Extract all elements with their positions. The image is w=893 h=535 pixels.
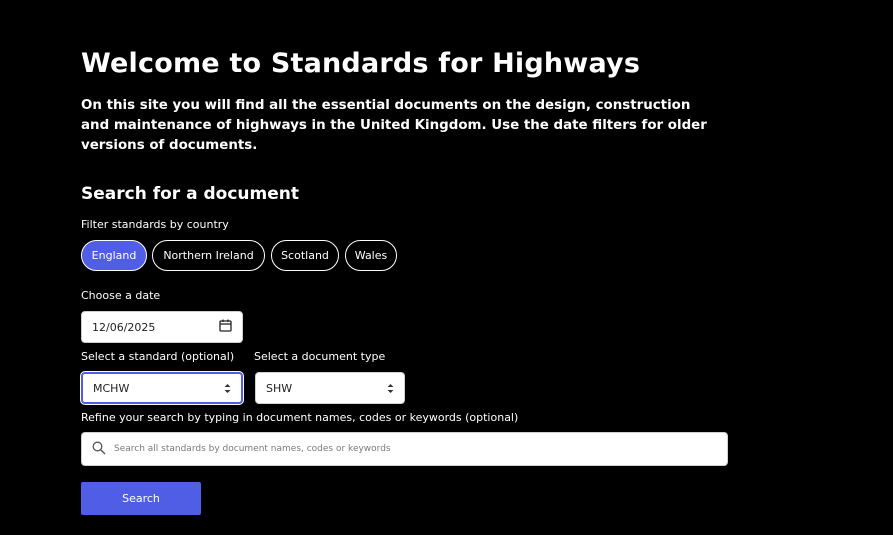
standard-select-label: Select a standard (optional) [81, 350, 235, 363]
country-pill-northern-ireland[interactable]: Northern Ireland [152, 240, 265, 271]
updown-chevron-icon [224, 383, 231, 394]
search-input[interactable]: Search all standards by document names, … [81, 432, 728, 466]
document-type-value: SHW [266, 381, 293, 395]
calendar-icon[interactable] [219, 319, 232, 335]
country-pill-england[interactable]: England [81, 240, 147, 271]
standard-select[interactable]: MCHW [81, 372, 243, 404]
intro-text: On this site you will find all the essen… [81, 98, 707, 153]
updown-chevron-icon [387, 383, 394, 394]
search-icon [92, 441, 106, 458]
standard-select-value: MCHW [93, 381, 130, 395]
search-section-title: Search for a document [81, 184, 299, 204]
page: Welcome to Standards for Highways On thi… [0, 0, 893, 535]
document-type-select[interactable]: SHW [255, 372, 405, 404]
search-placeholder: Search all standards by document names, … [114, 444, 391, 454]
country-pill-wales[interactable]: Wales [345, 240, 397, 271]
document-type-label: Select a document type [254, 350, 386, 363]
search-button[interactable]: Search [81, 482, 201, 515]
date-value: 12/06/2025 [92, 320, 156, 334]
refine-search-label: Refine your search by typing in document… [81, 411, 519, 424]
date-input[interactable]: 12/06/2025 [81, 311, 243, 343]
country-filter-label: Filter standards by country [81, 218, 229, 231]
date-label: Choose a date [81, 289, 161, 302]
page-title: Welcome to Standards for Highways [81, 48, 641, 79]
country-pill-scotland[interactable]: Scotland [271, 240, 339, 271]
